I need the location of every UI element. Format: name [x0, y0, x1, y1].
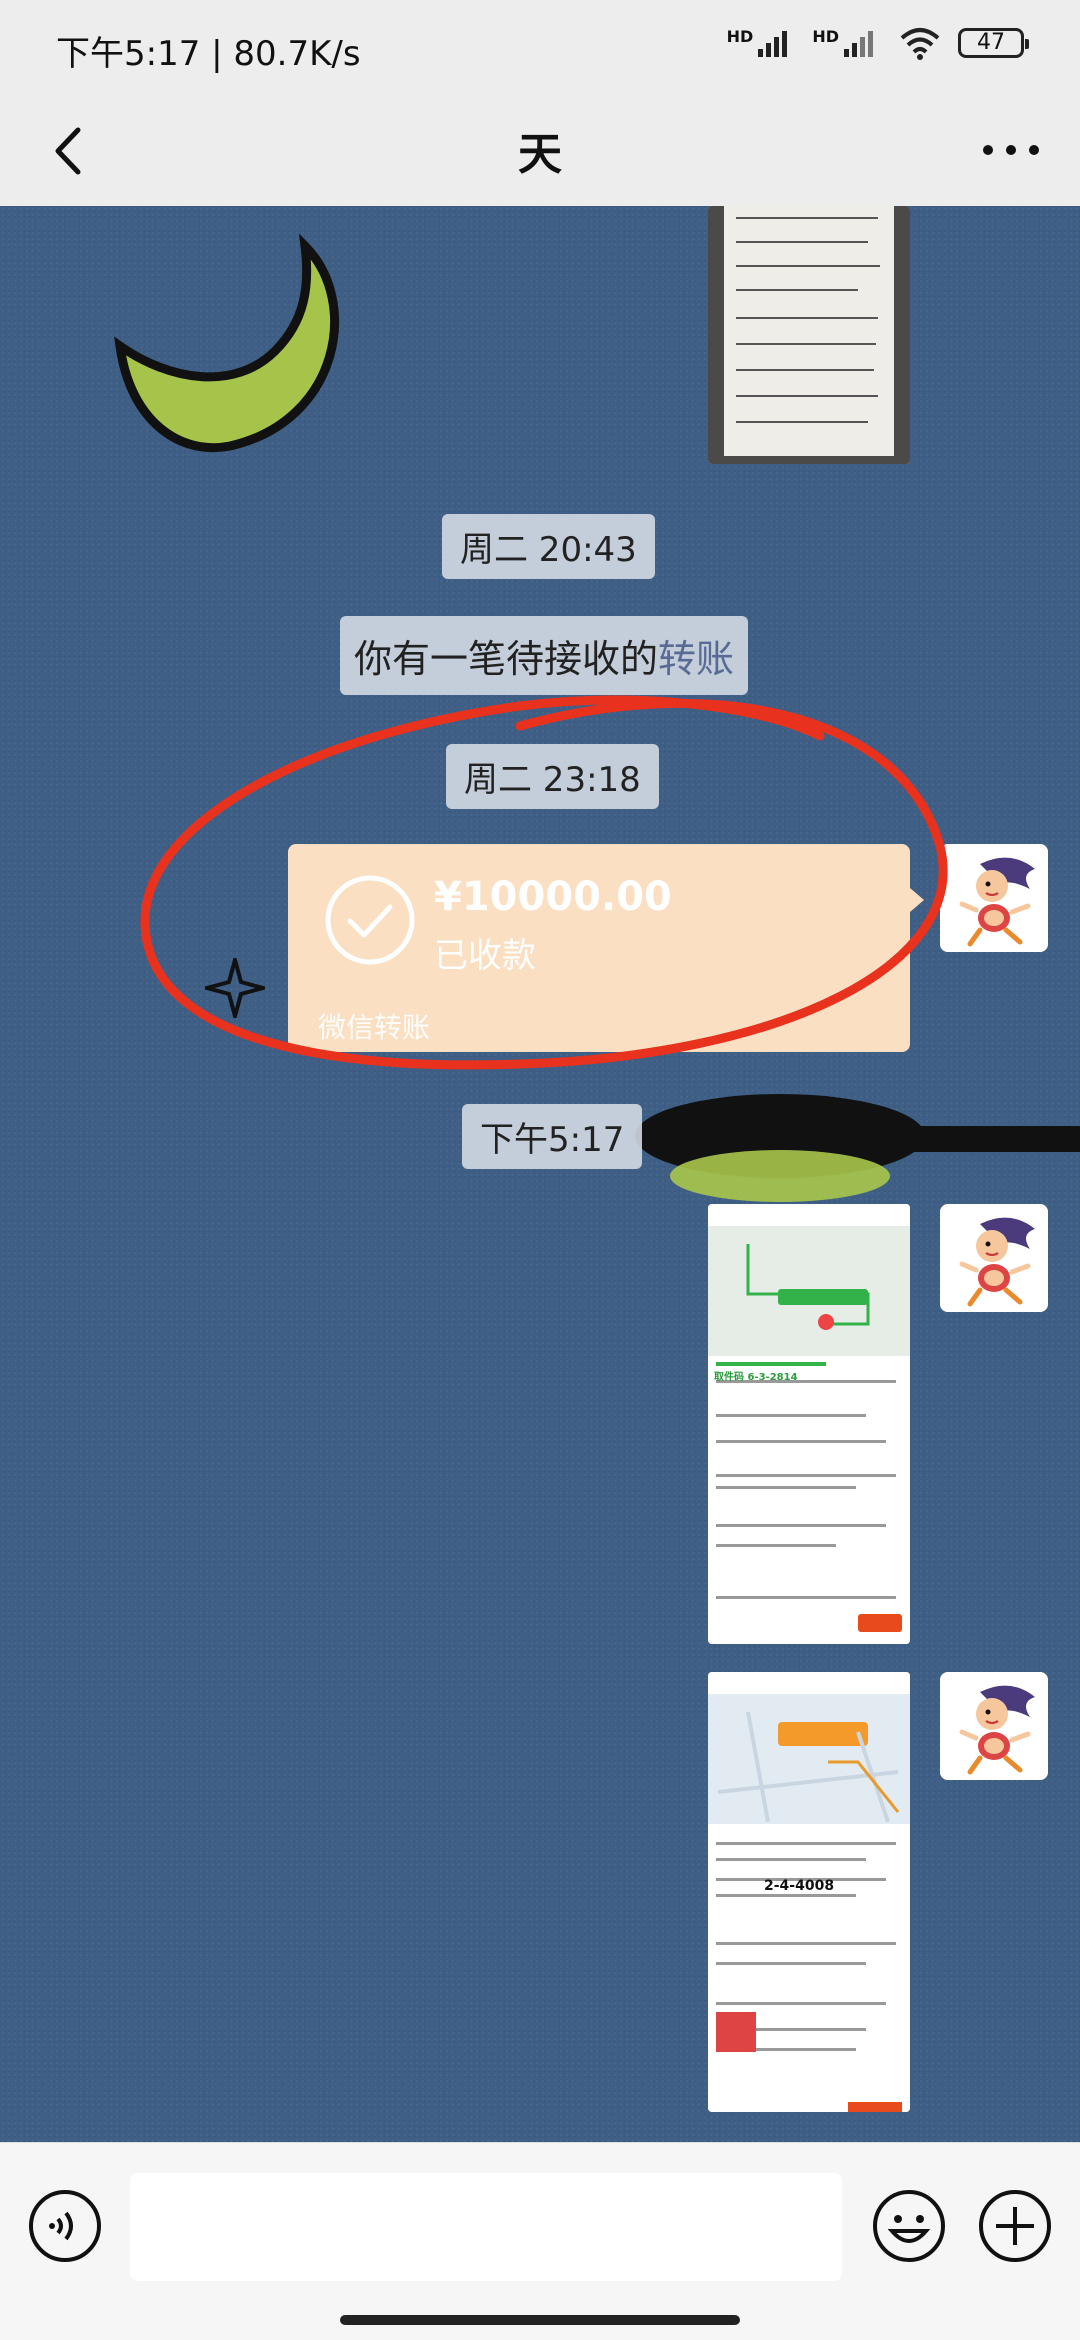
battery-icon: 47: [958, 28, 1029, 58]
net-label-1: HD: [726, 27, 754, 46]
map-screenshot-graphic-1: [708, 1204, 910, 1644]
status-time-speed: 下午5:17 | 80.7K/s: [56, 34, 361, 74]
check-circle-icon: [325, 875, 415, 965]
pickup-code-1: 取件码 6-3-2814: [714, 1372, 798, 1383]
signal-icon-2: HD: [812, 27, 882, 59]
home-indicator[interactable]: [340, 2315, 740, 2325]
status-bar: 下午5:17 | 80.7K/s HD HD 47: [0, 0, 1080, 96]
star-wallpaper-graphic: [205, 958, 265, 1018]
add-more-icon[interactable]: [978, 2189, 1052, 2263]
timestamp-2: 周二 23:18: [446, 744, 659, 809]
transfer-footer: 微信转账: [318, 1011, 431, 1044]
notice-text: 你有一笔待接收的: [354, 637, 659, 681]
transfer-pending-notice: 你有一笔待接收的转账: [340, 616, 749, 695]
message-input[interactable]: [130, 2173, 842, 2281]
voice-input-icon[interactable]: [28, 2189, 102, 2263]
avatar-cartoon-graphic: [940, 844, 1048, 952]
receipt-image[interactable]: [708, 206, 910, 464]
transfer-link[interactable]: 转账: [658, 637, 734, 681]
avatar-cartoon-graphic: [940, 1672, 1048, 1780]
input-bar: [0, 2142, 1080, 2340]
status-icons: HD HD 47: [727, 26, 1029, 60]
avatar-cartoon-graphic: [940, 1204, 1048, 1312]
delivery-screenshot-1[interactable]: 取件码 6-3-2814: [708, 1204, 910, 1644]
transfer-bubble[interactable]: ¥10000.00 已收款 微信转账: [288, 844, 924, 1052]
moon-wallpaper-graphic: [114, 233, 339, 453]
chat-title: 天: [518, 129, 562, 180]
receipt-note-graphic: [708, 206, 910, 464]
transfer-status: 已收款: [434, 936, 536, 976]
pickup-code-2: 2-4-4008: [764, 1878, 835, 1894]
signal-icon-1: HD: [727, 27, 797, 59]
wifi-icon: [900, 28, 940, 60]
delivery-screenshot-2[interactable]: 2-4-4008: [708, 1672, 910, 2112]
timestamp-1: 周二 20:43: [442, 514, 655, 579]
more-options-icon[interactable]: [976, 130, 1046, 170]
avatar[interactable]: [940, 1204, 1048, 1312]
avatar[interactable]: [940, 1672, 1048, 1780]
transfer-amount: ¥10000.00: [434, 874, 672, 920]
avatar[interactable]: [940, 844, 1048, 952]
timestamp-3: 下午5:17: [462, 1104, 643, 1169]
net-label-2: HD: [812, 27, 839, 46]
chat-header: 天: [0, 96, 1080, 206]
chat-area[interactable]: 周二 20:43 你有一笔待接收的转账 周二 23:18 ¥10000.00 已…: [0, 206, 1080, 2142]
emoji-icon[interactable]: [872, 2189, 946, 2263]
